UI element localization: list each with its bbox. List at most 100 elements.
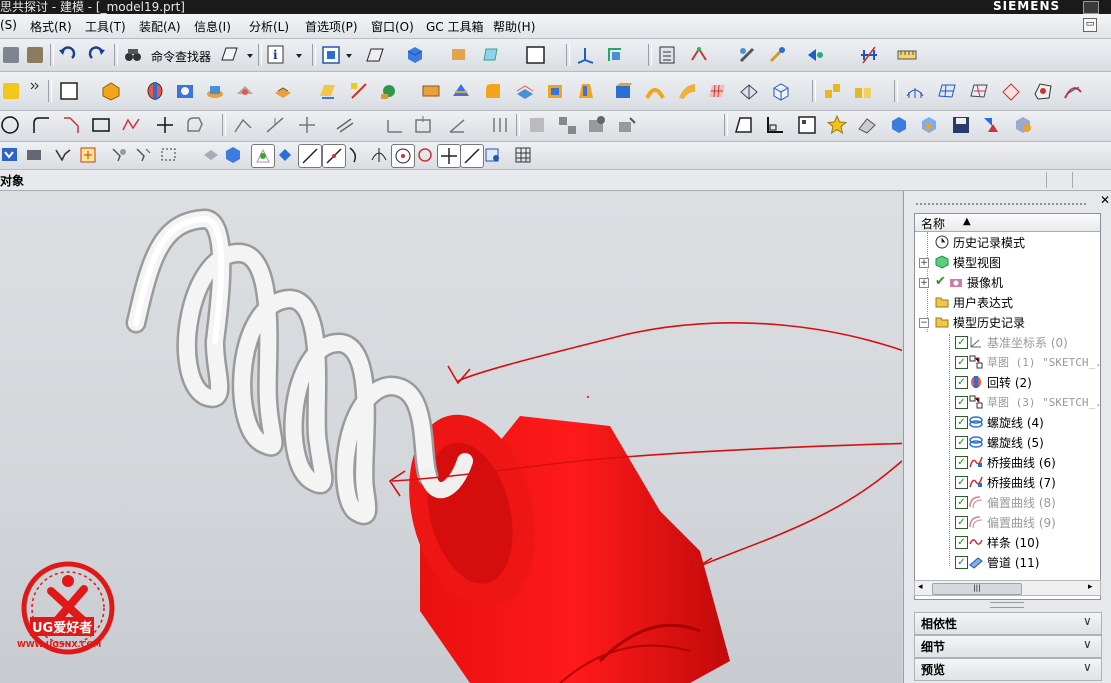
snap-intersection-icon[interactable] [322, 144, 346, 168]
snap-point-on-icon[interactable] [391, 144, 415, 168]
assembly-constraint-icon[interactable] [688, 44, 710, 66]
snap-midpoint-icon[interactable] [274, 144, 296, 166]
chevron-down-icon[interactable] [294, 50, 304, 60]
menu-item-gc-toolbox[interactable]: GC 工具箱 [426, 18, 484, 35]
pocket-icon[interactable] [234, 80, 256, 102]
paste-icon[interactable] [24, 44, 46, 66]
block-icon[interactable] [612, 80, 634, 102]
sketch-view-icon[interactable] [586, 114, 608, 136]
pad-icon[interactable] [272, 80, 294, 102]
checkbox[interactable]: ✓ [955, 336, 968, 349]
scroll-thumb[interactable]: ||| [932, 583, 1022, 595]
checkbox[interactable]: ✓ [955, 476, 968, 489]
draft-icon[interactable] [574, 80, 596, 102]
restore-window-icon[interactable]: ▭ [1083, 18, 1097, 32]
extrude-icon[interactable] [100, 80, 122, 102]
tree-node[interactable]: ✓ 桥接曲线 (7) [915, 473, 1100, 493]
shaded-view-icon[interactable] [200, 144, 222, 166]
section-preview[interactable]: 预览 ∨ [914, 658, 1102, 681]
sweep-icon[interactable] [644, 80, 666, 102]
boss-icon[interactable] [204, 80, 226, 102]
undo-icon[interactable] [56, 44, 78, 66]
pattern-icon[interactable] [822, 80, 844, 102]
fillet-curve-icon[interactable] [30, 114, 52, 136]
copy-icon[interactable] [0, 44, 22, 66]
show-hide-icon[interactable] [480, 44, 502, 66]
menu-item-help[interactable]: 帮助(H) [493, 18, 535, 35]
shape-studio-icon[interactable] [856, 114, 878, 136]
menu-item-window[interactable]: 窗口(O) [371, 18, 414, 35]
tree-node[interactable]: 历史记录模式 [915, 233, 1100, 253]
divide-curve-icon[interactable] [296, 114, 318, 136]
law-extension-icon[interactable] [1062, 80, 1084, 102]
wcs-icon[interactable] [574, 44, 596, 66]
offset-icon[interactable] [334, 114, 356, 136]
trim-body-icon[interactable] [450, 80, 472, 102]
expand-icon[interactable]: + [919, 278, 929, 288]
sheet-icon[interactable] [218, 44, 240, 66]
shell-icon[interactable] [544, 80, 566, 102]
trim-curve-icon[interactable] [232, 114, 254, 136]
angle-icon[interactable] [446, 114, 468, 136]
select-filter-icon[interactable] [804, 44, 826, 66]
tree-node[interactable]: ✓ 样条 (10) [915, 533, 1100, 553]
chamfer-icon[interactable] [514, 80, 536, 102]
grid-view-icon[interactable] [512, 144, 534, 166]
swept-surface-icon[interactable] [676, 80, 698, 102]
close-icon[interactable]: ✕ [1100, 193, 1110, 207]
splitter-grip[interactable] [990, 602, 1024, 608]
tree-node[interactable]: ✓ 草图 (3) "SKETCH_... [915, 393, 1100, 413]
chevron-down-icon[interactable]: ∨ [1083, 637, 1092, 651]
tree-node[interactable]: ✓ 偏置曲线 (9) [915, 513, 1100, 533]
snap-endpoint-icon[interactable] [251, 144, 275, 168]
view-template-icon[interactable] [796, 114, 818, 136]
tree-node[interactable]: − 模型历史记录 [915, 313, 1100, 333]
fit-view-icon[interactable] [320, 44, 342, 66]
select-all-icon[interactable] [78, 144, 100, 166]
mirror-icon[interactable] [852, 80, 874, 102]
checkbox[interactable]: ✓ [955, 496, 968, 509]
unite-icon[interactable] [420, 80, 442, 102]
checkbox[interactable]: ✓ [955, 356, 968, 369]
parallel-icon[interactable] [488, 114, 510, 136]
menu-item-analysis[interactable]: 分析(L) [249, 18, 289, 35]
datum-axis-icon[interactable] [348, 80, 370, 102]
scroll-right-icon[interactable]: ▸ [1088, 582, 1093, 592]
tree-node[interactable]: ✓ 偏置曲线 (8) [915, 493, 1100, 513]
rectangle-icon[interactable] [90, 114, 112, 136]
checkbox[interactable]: ✓ [955, 396, 968, 409]
chevron-down-icon[interactable]: ∨ [1083, 614, 1092, 628]
section-dependencies[interactable]: 相依性 ∨ [914, 612, 1102, 635]
edge-blend-icon[interactable] [482, 80, 504, 102]
checkbox[interactable]: ✓ [955, 416, 968, 429]
menu-item-preferences[interactable]: 首选项(P) [305, 18, 358, 35]
cross-point-icon[interactable] [154, 114, 176, 136]
tree-node[interactable]: ✓ 螺旋线 (5) [915, 433, 1100, 453]
chevron-down-icon[interactable] [344, 50, 354, 60]
command-finder-button[interactable]: 命令查找器 [151, 48, 211, 65]
material-icon[interactable] [1012, 114, 1034, 136]
horizontal-scrollbar[interactable]: ◂ ||| ▸ [914, 580, 1101, 596]
edit-tools-icon[interactable] [736, 44, 758, 66]
snap-arc-center-icon[interactable] [344, 144, 366, 166]
snap-on-curve-icon[interactable] [460, 144, 484, 168]
revolve-icon[interactable] [144, 80, 166, 102]
layer-icon[interactable] [524, 44, 546, 66]
wireframe-cube-icon[interactable] [770, 80, 792, 102]
information-icon[interactable]: i [265, 44, 287, 66]
mesh-surface-icon[interactable] [706, 80, 728, 102]
chevron-down-icon[interactable] [245, 50, 255, 60]
menu-item-tools[interactable]: 工具(T) [85, 18, 126, 35]
sketch-icon[interactable] [58, 80, 80, 102]
column-header-name[interactable]: 名称 ▲ [915, 214, 1100, 232]
tree-node[interactable]: ✓ 管道 (11) [915, 553, 1100, 573]
collapse-icon[interactable]: − [919, 318, 929, 328]
deselect-icon[interactable] [108, 144, 130, 166]
ruler-icon[interactable] [896, 44, 918, 66]
magic-edit-icon[interactable] [766, 44, 788, 66]
snap-cross-icon[interactable] [437, 144, 461, 168]
snap-filter-icon[interactable] [52, 144, 74, 166]
csys-icon[interactable] [604, 44, 626, 66]
tree-node[interactable]: ✓ 螺旋线 (4) [915, 413, 1100, 433]
through-curves-icon[interactable] [936, 80, 958, 102]
